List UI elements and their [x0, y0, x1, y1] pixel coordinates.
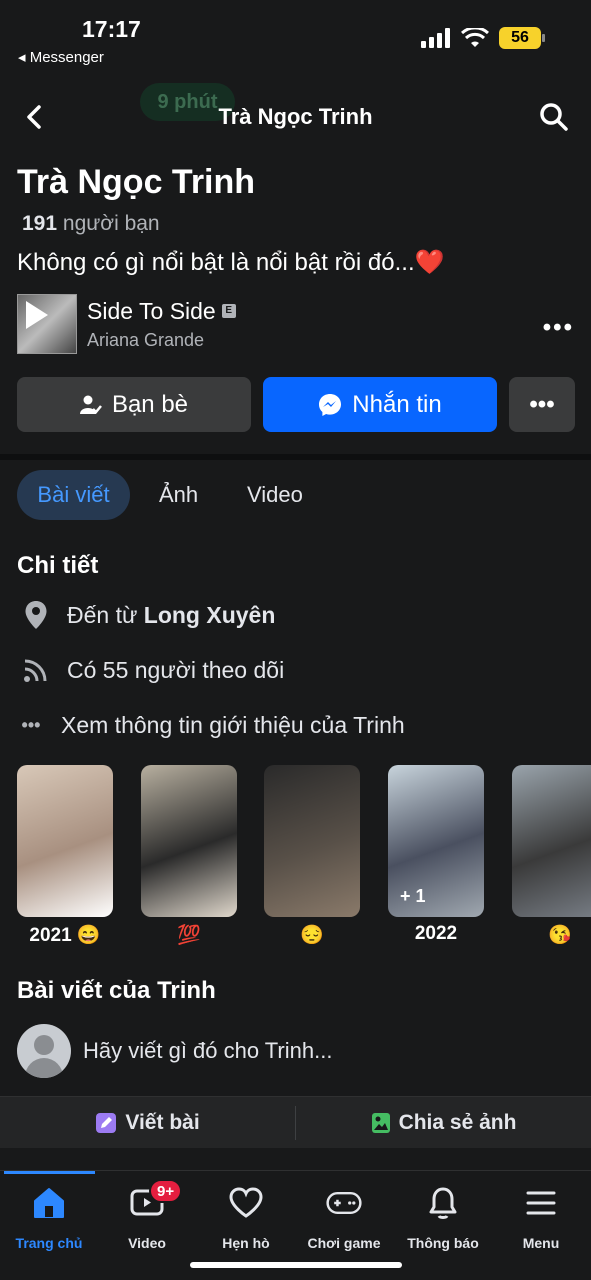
followers-rss-icon [17, 656, 55, 684]
write-post-button[interactable]: Viết bài [0, 1097, 295, 1149]
video-icon: 9+ [129, 1179, 183, 1221]
gamepad-icon [326, 1185, 362, 1221]
friends-button-label: Bạn bè [111, 390, 189, 418]
more-options-button[interactable]: ••• [509, 377, 575, 432]
message-button[interactable]: Nhắn tin [263, 377, 497, 432]
profile-music[interactable]: Side To Side E Ariana Grande ••• [17, 294, 577, 356]
more-dots-icon: ••• [21, 714, 41, 735]
song-artist: Ariana Grande [87, 330, 205, 350]
highlight-caption: 😘 [548, 925, 572, 946]
signal-icon [421, 28, 450, 48]
highlight-thumbnail[interactable] [264, 765, 360, 917]
write-post-label: Viết bài [125, 1111, 200, 1134]
back-to-messenger-link[interactable]: ◂ Messenger [18, 48, 104, 66]
hometown-place[interactable]: Long Xuyên [144, 602, 276, 629]
nav-menu[interactable]: Menu [492, 1185, 590, 1255]
friend-check-icon [79, 395, 102, 414]
home-icon [31, 1185, 67, 1221]
avatar [17, 1024, 71, 1078]
highlight-caption: 😔 [300, 925, 324, 946]
album-cover[interactable] [17, 294, 77, 354]
friends-count[interactable]: 191 người bạn [22, 212, 160, 236]
edit-pencil-icon [96, 1113, 117, 1133]
highlight-thumbnail[interactable] [512, 765, 591, 917]
status-indicators: 56 [421, 27, 545, 49]
friends-button[interactable]: Bạn bè [17, 377, 251, 432]
battery-indicator: 56 [499, 27, 545, 49]
featured-highlights: 2021 😄 💯 😔 + 1 2022 😘 [17, 765, 591, 950]
friends-number: 191 [22, 212, 58, 235]
nav-gaming[interactable]: Chơi game [295, 1185, 393, 1255]
home-indicator [190, 1262, 402, 1268]
play-icon [26, 301, 48, 329]
highlight-extra-count: + 1 [400, 886, 426, 906]
tab-videos[interactable]: Video [247, 470, 303, 520]
explicit-badge: E [221, 304, 236, 318]
highlight-caption: 2022 [414, 923, 458, 944]
share-photo-button[interactable]: Chia sẻ ảnh [296, 1097, 591, 1149]
music-more-button[interactable]: ••• [543, 314, 574, 342]
composer-placeholder: Hãy viết gì đó cho Trinh... [83, 1038, 333, 1063]
status-time: 17:17 [82, 16, 141, 42]
location-pin-icon [17, 600, 55, 630]
search-icon[interactable] [539, 102, 569, 132]
nav-home[interactable]: Trang chủ [0, 1185, 98, 1255]
profile-action-buttons: Bạn bè Nhắn tin ••• [17, 377, 575, 432]
active-tab-indicator [4, 1171, 95, 1174]
tab-photos[interactable]: Ảnh [159, 470, 198, 520]
profile-name: Trà Ngọc Trinh [17, 163, 256, 201]
nav-video[interactable]: 9+ Video [98, 1179, 196, 1255]
nav-label: Video [128, 1235, 166, 1251]
photo-icon [371, 1113, 390, 1133]
nav-label: Hẹn hò [222, 1235, 270, 1251]
followers-text: Có 55 người theo dõi [67, 656, 285, 683]
post-composer[interactable]: Hãy viết gì đó cho Trinh... [17, 1024, 577, 1080]
wifi-icon [461, 28, 489, 47]
nav-label: Trang chủ [15, 1235, 83, 1251]
page-title: Trà Ngọc Trinh [218, 104, 373, 129]
top-navbar: Trà Ngọc Trinh [0, 90, 591, 145]
profile-bio: Không có gì nổi bật là nổi bật rồi đó...… [17, 249, 445, 276]
posts-title: Bài viết của Trinh [17, 977, 216, 1004]
video-badge: 9+ [149, 1179, 183, 1203]
friends-label: người bạn [62, 212, 160, 235]
message-button-label: Nhắn tin [352, 390, 442, 418]
about-link: Xem thông tin giới thiệu của Trinh [61, 711, 405, 738]
nav-label: Chơi game [307, 1235, 381, 1251]
detail-hometown: Đến từ Long Xuyên [17, 598, 275, 632]
detail-about[interactable]: ••• Xem thông tin giới thiệu của Trinh [17, 708, 405, 742]
highlight-caption: 2021 😄 [29, 925, 101, 946]
nav-dating[interactable]: Hẹn hò [197, 1185, 295, 1255]
hometown-prefix: Đến từ [67, 601, 144, 628]
song-title: Side To Side E [87, 298, 236, 325]
tab-posts[interactable]: Bài viết [17, 470, 130, 520]
highlight-thumbnail[interactable]: + 1 [388, 765, 484, 917]
detail-followers[interactable]: Có 55 người theo dõi [17, 653, 284, 687]
nav-label: Thông báo [407, 1235, 479, 1251]
status-bar: 17:17 ◂ Messenger 56 [0, 0, 591, 75]
section-divider [0, 454, 591, 460]
bell-icon [425, 1185, 461, 1221]
highlight-thumbnail[interactable] [17, 765, 113, 917]
menu-icon [523, 1185, 559, 1221]
song-name: Side To Side [87, 298, 216, 324]
details-title: Chi tiết [17, 552, 99, 579]
highlight-thumbnail[interactable] [141, 765, 237, 917]
dating-heart-icon [228, 1185, 264, 1221]
messenger-icon [319, 393, 342, 416]
share-photo-label: Chia sẻ ảnh [398, 1111, 517, 1134]
nav-notifications[interactable]: Thông báo [394, 1185, 492, 1255]
highlight-caption: 💯 [177, 925, 201, 946]
nav-label: Menu [522, 1235, 560, 1251]
composer-actions: Viết bài Chia sẻ ảnh [0, 1096, 591, 1148]
